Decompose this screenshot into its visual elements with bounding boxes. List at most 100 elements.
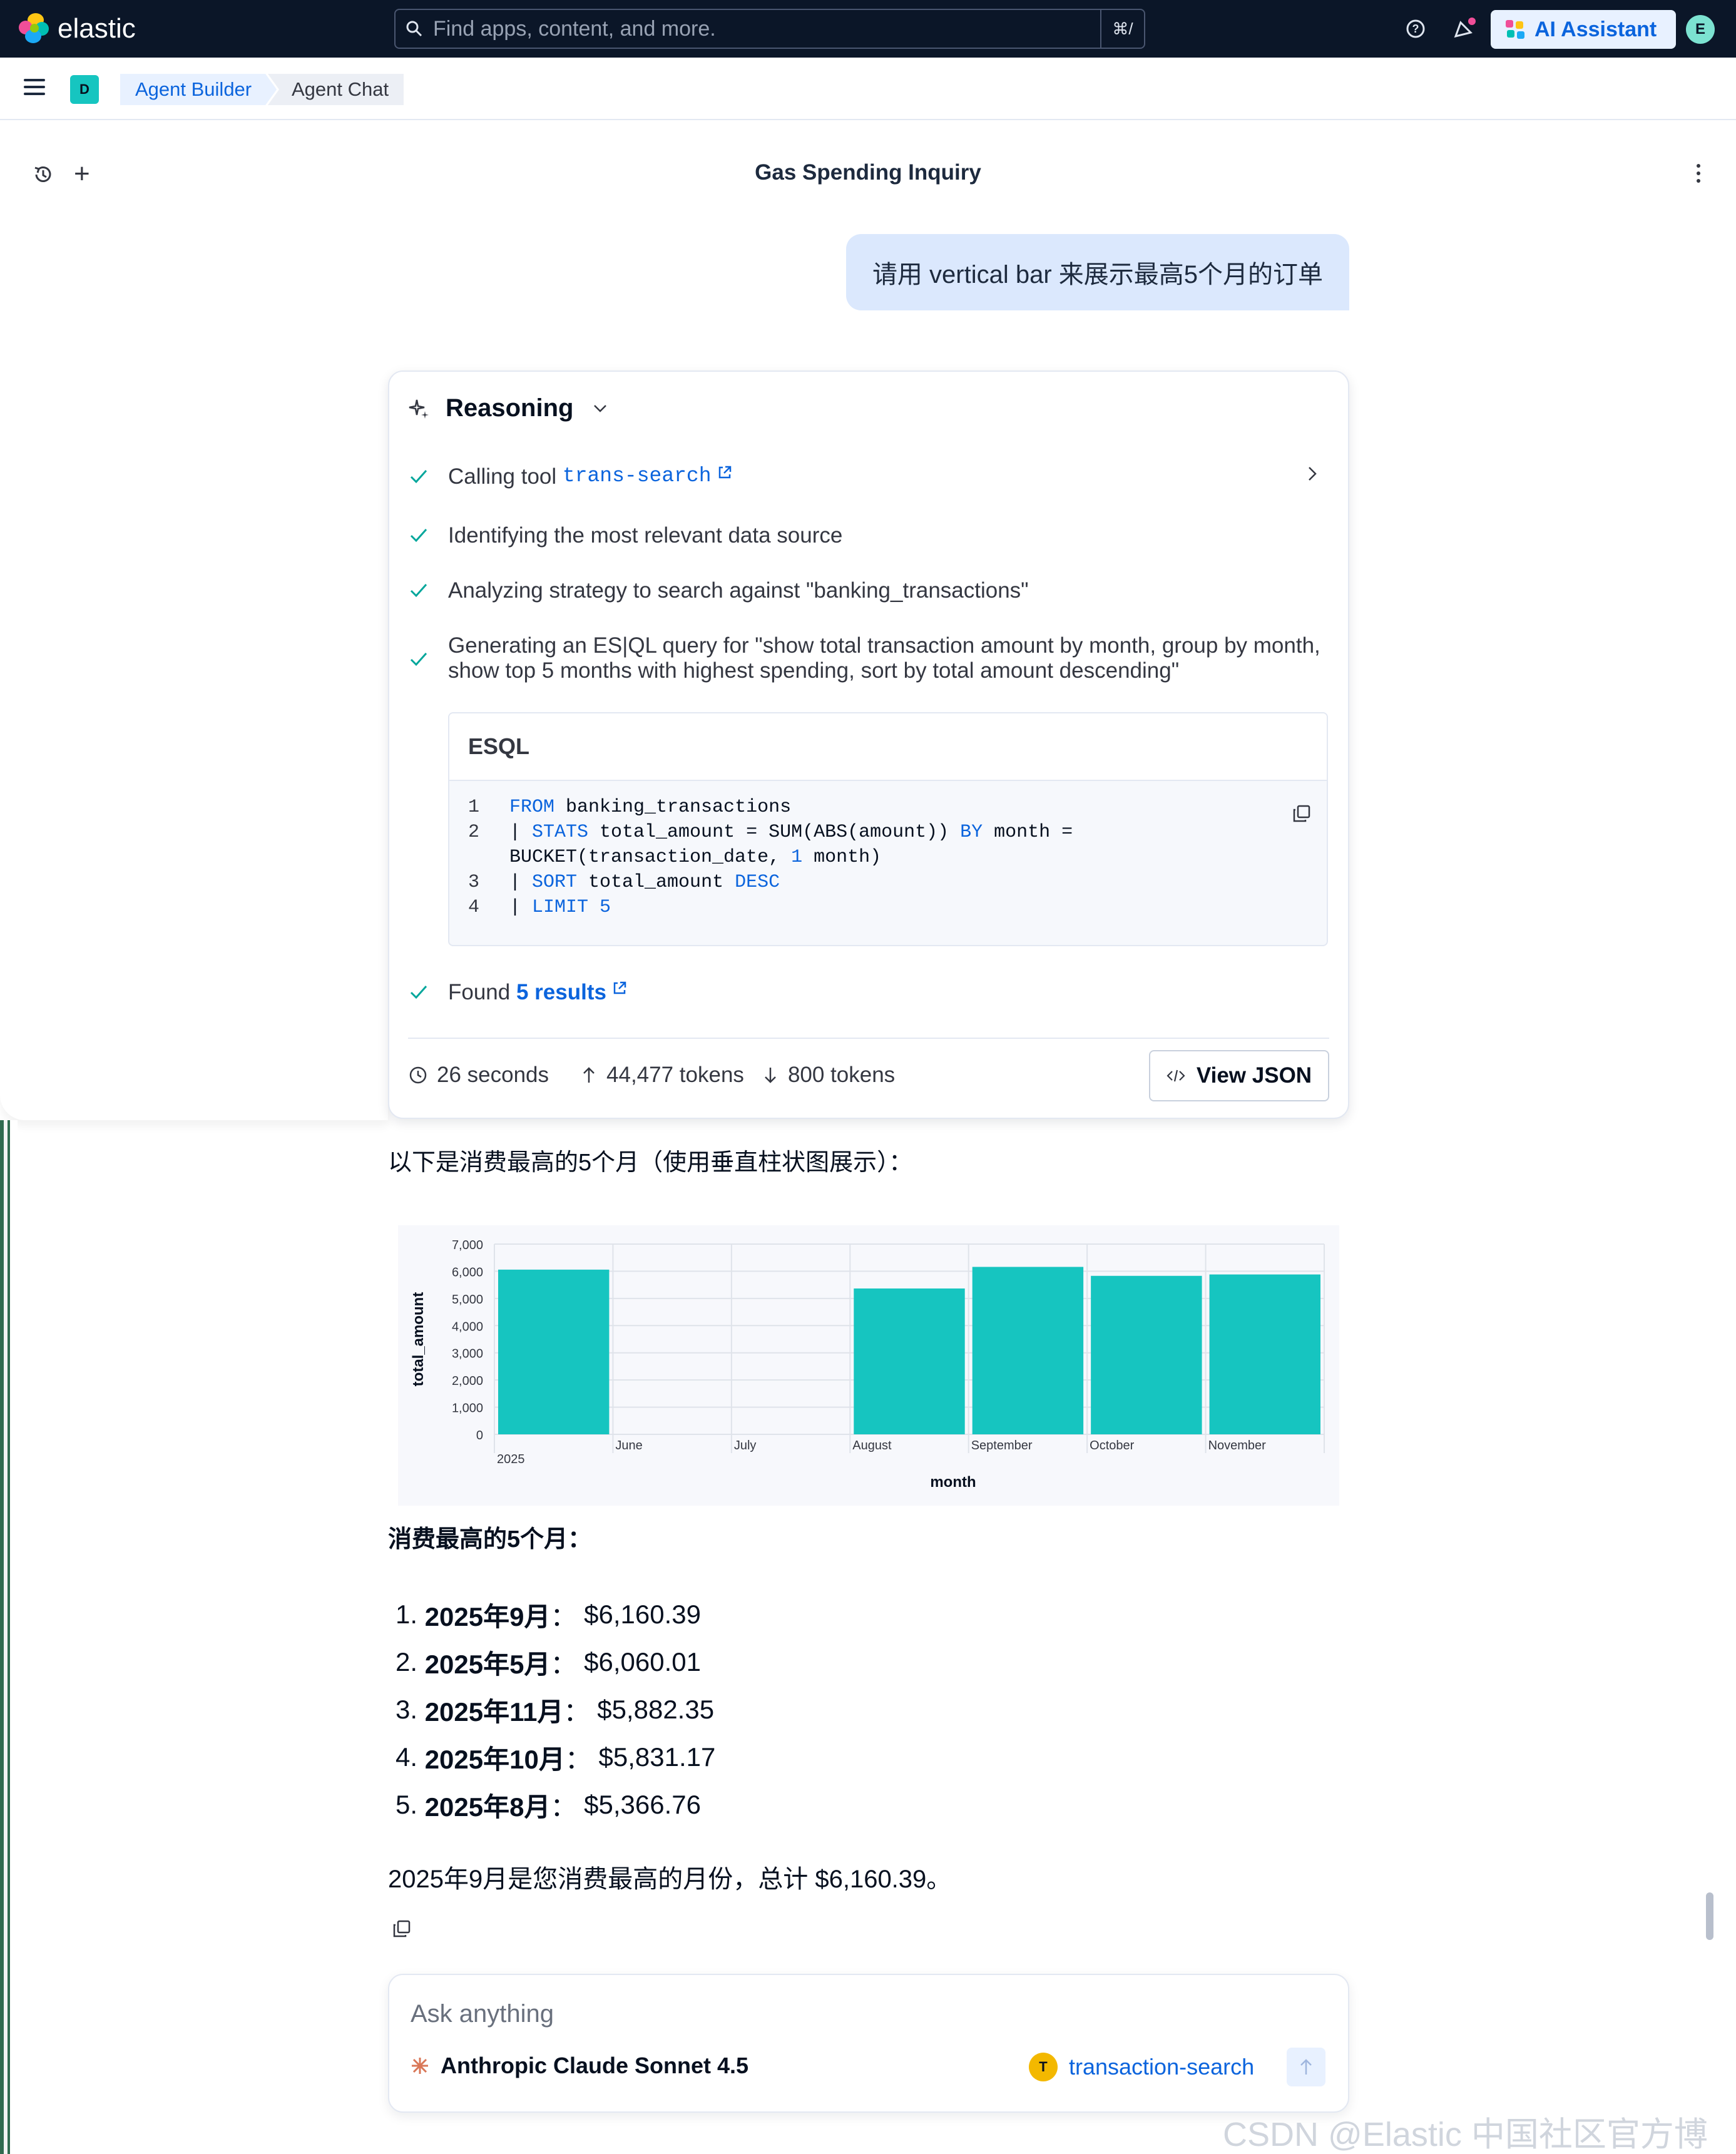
check-icon (410, 653, 427, 666)
step-identify-label: Identifying the most relevant data sourc… (448, 523, 843, 548)
y-tick-label: 1,000 (452, 1402, 483, 1416)
top-header: elastic Find apps, content, and more. ⌘/… (0, 0, 1736, 58)
copy-response-icon[interactable] (392, 1919, 412, 1942)
help-icon[interactable]: ? (1403, 16, 1428, 41)
left-rail (0, 1120, 18, 2154)
search-input[interactable]: Find apps, content, and more. (433, 17, 1100, 41)
code-line: 4 | LIMIT 5 (468, 897, 611, 918)
bar-chart[interactable]: 0 1,000 2,000 3,000 4,000 5,000 6,000 7,000 2025… (398, 1225, 1339, 1506)
x-tick-label: September (971, 1439, 1033, 1452)
breadcrumb-agent-chat: Agent Chat (268, 74, 404, 105)
search-shortcut: ⌘/ (1100, 10, 1144, 48)
reasoning-stats: 26 seconds 44,477 tokens 800 tokens (408, 1063, 895, 1088)
esql-code[interactable]: 1 FROM banking_transactions 2 | STATS tota… (449, 795, 1327, 920)
scrollbar[interactable] (1706, 1892, 1713, 1940)
x-tick-label: July (734, 1439, 757, 1452)
send-button[interactable] (1287, 2048, 1325, 2086)
model-label: Anthropic Claude Sonnet 4.5 (441, 2053, 749, 2078)
watermark: CSDN @Elastic 中国社区官方博客 (1223, 2116, 1708, 2153)
elastic-logo-icon (19, 13, 50, 44)
arrow-up-icon (583, 1067, 595, 1083)
arrow-down-icon (765, 1068, 776, 1083)
chart-container: 0 1,000 2,000 3,000 4,000 5,000 6,000 7,000 2025… (398, 1225, 1339, 1506)
arrow-up-icon (1300, 2059, 1312, 2075)
user-avatar[interactable]: E (1686, 15, 1715, 44)
news-feed-icon[interactable] (1452, 16, 1477, 41)
conversation-title: Gas Spending Inquiry (755, 160, 981, 185)
ai-assistant-icon (1506, 20, 1524, 39)
ai-assistant-button[interactable]: AI Assistant (1491, 10, 1676, 49)
bar (1209, 1274, 1320, 1434)
answer-heading: 消费最高的5个月： (388, 1526, 592, 1553)
ai-assistant-label: AI Assistant (1534, 17, 1657, 41)
x-tick-label: August (852, 1439, 892, 1452)
bar (498, 1269, 610, 1434)
code-line: 2 | STATS total_amount = SUM(ABS(amount))… (468, 822, 1073, 843)
list-item: 4. 2025年10月： $5,831.17 (396, 1742, 716, 1774)
output-tokens: 800 tokens (787, 1063, 896, 1087)
reasoning-panel: Reasoning Calling tool trans-search Iden… (388, 370, 1349, 1119)
logo-text: elastic (58, 13, 136, 44)
top-months-list: 1. 2025年9月： $6,160.39 2. 2025年5月： $6,060… (396, 1591, 715, 1829)
model-selector[interactable]: Anthropic Claude Sonnet 4.5 (411, 2053, 748, 2079)
check-icon (410, 986, 427, 999)
y-tick-label: 6,000 (452, 1265, 483, 1279)
more-options-icon[interactable] (1695, 164, 1702, 183)
chat-input[interactable]: Ask anything Anthropic Claude Sonnet 4.5… (388, 1974, 1349, 2113)
step-analyze-label: Analyzing strategy to search against "ba… (448, 578, 1029, 603)
results-link[interactable]: 5 results (516, 980, 606, 1005)
answer-intro: 以下是消费最高的5个月（使用垂直柱状图展示）： (388, 1150, 913, 1176)
reasoning-title: Reasoning (446, 394, 574, 422)
input-tokens: 44,477 tokens (606, 1063, 744, 1087)
step-calling-tool[interactable]: Calling tool trans-search (408, 464, 733, 489)
reasoning-toggle[interactable]: Reasoning (408, 394, 610, 422)
list-item: 3. 2025年11月： $5,882.35 (396, 1695, 715, 1727)
step-found: Found 5 results (408, 980, 628, 1005)
check-icon (410, 584, 427, 598)
chevron-right-icon[interactable] (1303, 464, 1322, 486)
list-item: 2. 2025年5月： $6,060.01 (396, 1647, 702, 1679)
step-identify: Identifying the most relevant data sourc… (408, 523, 842, 548)
breadcrumb-bar: D Agent Builder Agent Chat (0, 58, 1736, 120)
tool-link[interactable]: trans-search (563, 464, 712, 487)
y-tick-label: 2,000 (452, 1374, 483, 1388)
sparkles-icon (409, 399, 429, 419)
step-found-label: Found (448, 980, 511, 1004)
y-tick-label: 7,000 (452, 1238, 483, 1252)
step-generate: Generating an ES|QL query for "show tota… (408, 633, 1330, 683)
y-tick-label: 4,000 (452, 1320, 483, 1334)
code-icon (1167, 1069, 1185, 1082)
space-avatar[interactable]: D (70, 75, 99, 104)
user-message: 请用 vertical bar 来展示最高5个月的订单 (846, 234, 1349, 310)
breadcrumb-agent-builder[interactable]: Agent Builder (120, 74, 277, 105)
anthropic-icon (412, 2058, 428, 2074)
copy-icon[interactable] (1292, 804, 1312, 827)
bar (1091, 1275, 1202, 1434)
bar (972, 1267, 1084, 1434)
elastic-logo[interactable]: elastic (19, 13, 136, 45)
external-link-icon (613, 981, 626, 994)
list-item: 5. 2025年8月： $5,366.76 (396, 1790, 702, 1822)
x-axis-title: month (930, 1474, 976, 1491)
agent-avatar: T (1029, 2053, 1058, 2081)
x-tick-label: June (615, 1439, 642, 1452)
x-tick-label: 2025 (497, 1452, 525, 1466)
view-json-button[interactable]: View JSON (1149, 1050, 1329, 1101)
svg-text:?: ? (1412, 23, 1419, 35)
menu-icon[interactable] (24, 79, 45, 98)
agent-selector[interactable]: T transaction-search (1029, 2053, 1254, 2081)
bar (854, 1288, 965, 1434)
check-icon (410, 529, 427, 543)
answer-summary: 2025年9月是您消费最高的月份，总计 $6,160.39。 (388, 1866, 952, 1893)
side-panel-edge (0, 914, 388, 1120)
step-calling-label: Calling tool (448, 464, 557, 489)
global-search[interactable]: Find apps, content, and more. ⌘/ (394, 9, 1145, 49)
duration: 26 seconds (437, 1063, 549, 1087)
y-tick-label: 3,000 (452, 1347, 483, 1361)
external-link-icon (718, 466, 731, 479)
chat-input-placeholder[interactable]: Ask anything (411, 2000, 554, 2028)
code-line: 1 FROM banking_transactions (468, 797, 792, 818)
y-tick-label: 0 (476, 1429, 483, 1442)
step-analyze: Analyzing strategy to search against "ba… (408, 578, 1029, 603)
esql-label: ESQL (449, 713, 1327, 781)
